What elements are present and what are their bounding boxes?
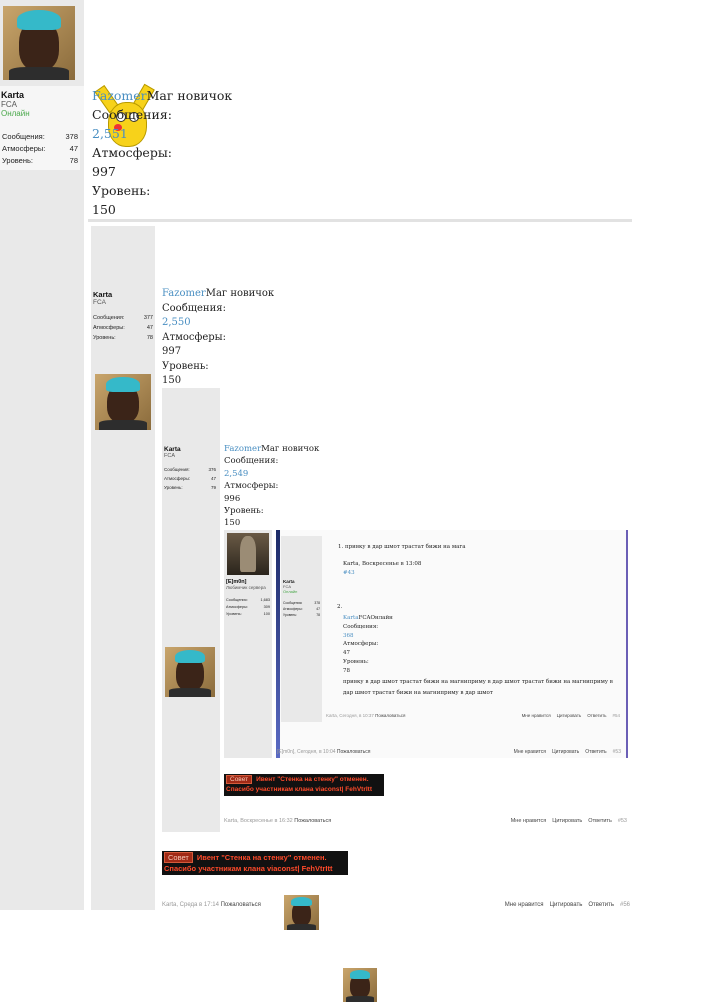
username[interactable]: Karta	[93, 290, 153, 299]
avatar[interactable]	[165, 647, 215, 697]
username[interactable]: Karta	[164, 446, 218, 453]
message-text: привку в дар шмот трастат бижи на магнип…	[343, 679, 613, 696]
quote-link[interactable]: #43	[343, 570, 355, 576]
quoted-userinfo: FazomerМаг новичок Сообщения: 2,551 Атмо…	[92, 88, 233, 217]
quoted-userinfo: FazomerМаг новичок Сообщения: 2,550 Атмо…	[162, 288, 275, 386]
list-marker: 2.	[337, 604, 343, 610]
level4-user-column	[281, 536, 322, 722]
quoted-username[interactable]: Fazomer	[92, 88, 147, 103]
online-status: Онлайн	[1, 109, 30, 118]
avatar[interactable]	[95, 374, 151, 430]
signature-banner: Совет Ивент "Стенка на стенку" отменен. С…	[224, 774, 384, 796]
quoted-msgs[interactable]: 2,551	[92, 124, 232, 143]
like-button[interactable]: Мне нравится	[522, 713, 551, 718]
quoted-userinfo: FazomerМаг новичок Сообщения: 2,549 Атмо…	[224, 444, 320, 529]
user-group: FCA	[1, 100, 17, 109]
post-footer: Karta, Воскресенье в 16:32 Пожаловаться …	[224, 818, 627, 824]
post-footer: Karta, Сегодня, в 10:37 Пожаловаться Мне…	[326, 713, 620, 718]
user-stats: Сообщения: 1,683 Атмосферы: 309 Уровень: 10…	[226, 598, 270, 616]
quote-byline: Karta, Воскресенье в 13:08	[343, 561, 422, 567]
avatar[interactable]	[284, 895, 319, 930]
user-stats: Сообщения: 378 Атмосферы: 47 Уровень: 78	[0, 130, 80, 170]
user-info: Karta FCA	[93, 290, 153, 306]
avatar[interactable]	[3, 6, 75, 80]
user-info: Karta FCA Онлайн	[283, 579, 298, 594]
user-group: FCA	[93, 299, 106, 306]
user-stats: Сообщения: 376 Атмосферы: 47 Уровень: 79	[164, 467, 216, 490]
quoted-avatar[interactable]	[343, 968, 377, 1002]
post-footer: Karta, Среда в 17:14 Пожаловаться Мне нр…	[162, 902, 630, 908]
stat-row: Уровень: 78	[2, 156, 78, 165]
user-stats: Сообщения: 377 Атмосферы: 47 Уровень: 78	[93, 315, 153, 341]
signature-banner: Совет Ивент "Стенка на стенку" отменен. С…	[162, 851, 348, 875]
quoted-rank: Маг новичок	[146, 88, 233, 103]
avatar[interactable]	[227, 533, 269, 575]
divider	[88, 219, 632, 222]
stat-row: Атмосферы: 47	[2, 144, 78, 153]
quoted-username[interactable]: Fazomer	[162, 288, 206, 299]
panel-edge	[276, 530, 280, 758]
reply-button[interactable]: Ответить	[587, 713, 606, 718]
username[interactable]: Karta	[0, 86, 84, 100]
user-info: Karta FCA Онлайн	[0, 86, 84, 130]
user-stats: Сообщения: 378 Атмосферы: 47 Уровень: 78	[283, 601, 320, 617]
post-footer: [E]m0n], Сегодня, в 10:04 Пожаловаться М…	[277, 749, 621, 755]
stat-row: Сообщения: 378	[2, 132, 78, 141]
quote-button[interactable]: Цитировать	[557, 713, 582, 718]
quoted-userinfo: KartaFCAОнлайн Сообщения: 368 Атмосферы:…	[343, 615, 393, 674]
message-line-1: 1. привку в дар шмот трастат бижи на маг…	[338, 544, 466, 550]
user-info: Karta FCA	[164, 446, 218, 459]
nested-quote-panel	[276, 530, 628, 758]
user-info: [E]m0n] Любимчик сервера	[226, 579, 266, 590]
